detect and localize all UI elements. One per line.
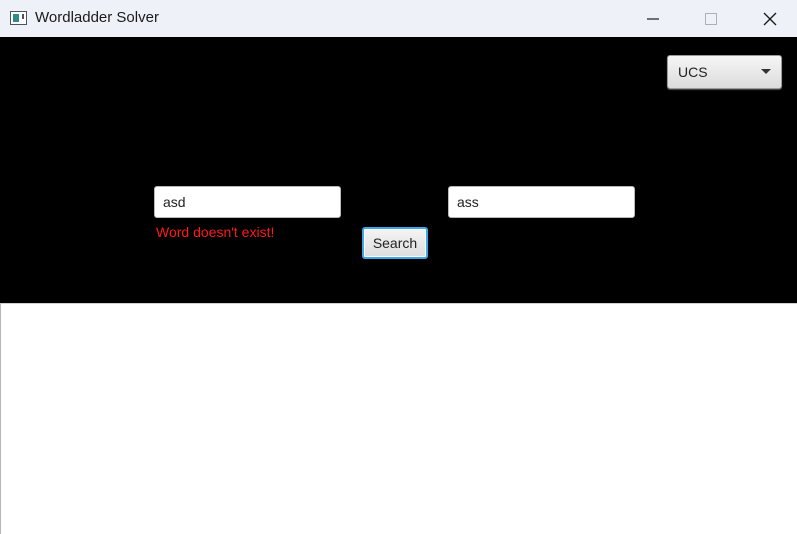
minimize-icon (647, 17, 659, 20)
window-title: Wordladder Solver (35, 9, 159, 26)
close-icon (763, 12, 777, 25)
maximize-button[interactable] (688, 0, 734, 37)
close-button[interactable] (747, 0, 793, 37)
start-word-input[interactable] (154, 186, 341, 218)
minimize-button[interactable] (630, 0, 676, 37)
result-area (0, 303, 797, 534)
chevron-down-icon (761, 69, 771, 74)
algorithm-select-value: UCS (678, 64, 708, 80)
search-button[interactable]: Search (362, 227, 428, 259)
end-word-input[interactable] (448, 186, 635, 218)
algorithm-select[interactable]: UCS (667, 55, 782, 89)
input-panel: UCS Word doesn't exist! Search (0, 37, 797, 303)
error-message: Word doesn't exist! (156, 224, 275, 240)
maximize-icon (705, 12, 717, 25)
app-window: Wordladder Solver UCS Word doesn't exist… (0, 0, 797, 534)
app-window-icon (10, 11, 27, 25)
title-bar[interactable]: Wordladder Solver (0, 0, 797, 37)
